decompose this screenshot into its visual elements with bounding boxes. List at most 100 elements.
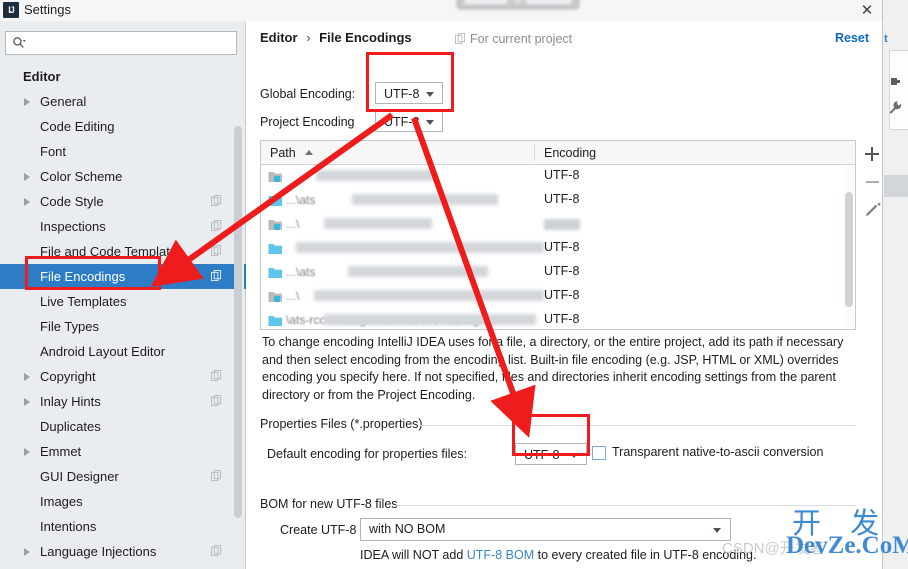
wrench-icon[interactable] (888, 100, 903, 115)
table-row[interactable]: ...\ats UTF-8 (261, 189, 855, 213)
close-icon[interactable]: ✕ (852, 0, 882, 22)
group-divider (396, 505, 856, 506)
copy-settings-icon[interactable] (211, 245, 222, 257)
default-properties-encoding-dropdown[interactable]: UTF-8 (515, 443, 587, 465)
sidebar-item-code-editing[interactable]: Code Editing (0, 114, 246, 139)
table-cell-encoding: UTF-8 (544, 288, 580, 302)
bom-note-highlight: UTF-8 BOM (466, 548, 535, 562)
sidebar-item-gui-designer[interactable]: GUI Designer (0, 464, 246, 489)
breadcrumb-leaf: File Encodings (319, 30, 412, 45)
copy-settings-icon[interactable] (211, 195, 222, 207)
sidebar-scrollbar-track[interactable] (234, 71, 244, 541)
table-scrollbar-track[interactable] (845, 166, 854, 328)
table-cell-encoding: UTF-8 (544, 312, 580, 326)
settings-dialog: IJ Settings ✕ Editor General Code Editing… (0, 0, 908, 569)
table-body: UTF-8 ...\ats UTF-8 ...\ UTF-8 ...\ats UTF-8..… (261, 165, 855, 329)
table-cell-encoding: UTF-8 (544, 264, 580, 278)
project-encoding-dropdown[interactable]: UTF-8 (375, 110, 443, 132)
sidebar-scrollbar-thumb[interactable] (234, 126, 242, 518)
transparent-native-to-ascii-label[interactable]: Transparent native-to-ascii conversion (612, 445, 823, 459)
chevron-right-icon[interactable] (24, 98, 30, 106)
folder-icon (268, 316, 282, 326)
table-row[interactable]: ...\ (261, 213, 855, 237)
sidebar-item-file-types[interactable]: File Types (0, 314, 246, 339)
right-tool-strip: t (882, 0, 908, 569)
table-row[interactable]: ...\ats UTF-8 (261, 261, 855, 285)
table-row[interactable]: \ats-rcc-management\ats-rcc-managemUTF-8 (261, 309, 855, 329)
sidebar-item-file-and-code-templates[interactable]: File and Code Templates (0, 239, 246, 264)
sidebar-item-emmet[interactable]: Emmet (0, 439, 246, 464)
right-strip-selected-region[interactable] (884, 175, 908, 197)
sidebar-item-language-injections[interactable]: Language Injections (0, 539, 246, 564)
right-strip-tab-label[interactable]: t (884, 33, 888, 45)
chevron-right-icon[interactable] (24, 373, 30, 381)
settings-tree: Editor General Code Editing Font Color Sche… (0, 64, 246, 569)
folder-icon (268, 196, 282, 206)
sidebar-item-label: Font (40, 144, 67, 159)
sidebar-item-label: Images (40, 494, 83, 509)
table-cell-path: ...\ats (286, 265, 316, 279)
sidebar-item-label: File and Code Templates (40, 244, 184, 259)
bom-note: IDEA will NOT add UTF-8 BOM to every cre… (360, 548, 756, 562)
sidebar-item-label: GUI Designer (40, 469, 119, 484)
sidebar-item-android-layout-editor[interactable]: Android Layout Editor (0, 339, 246, 364)
global-encoding-dropdown[interactable]: UTF-8 (375, 82, 443, 104)
sidebar-item-label: Intentions (40, 519, 97, 534)
default-properties-encoding-label: Default encoding for properties files: (267, 447, 468, 461)
reset-link[interactable]: Reset (835, 31, 869, 45)
sidebar-item-code-style[interactable]: Code Style (0, 189, 246, 214)
column-header-path-label: Path (270, 146, 296, 160)
sidebar-item-color-scheme[interactable]: Color Scheme (0, 164, 246, 189)
sidebar-item-images[interactable]: Images (0, 489, 246, 514)
sidebar-item-general[interactable]: General (0, 89, 246, 114)
sidebar-item-file-encodings[interactable]: File Encodings (0, 264, 246, 289)
sidebar-item-font[interactable]: Font (0, 139, 246, 164)
folder-icon (268, 268, 282, 278)
copy-settings-icon[interactable] (211, 270, 222, 282)
blurred-path-text (296, 242, 544, 253)
table-scrollbar-thumb[interactable] (845, 192, 853, 307)
chevron-right-icon[interactable] (24, 173, 30, 181)
table-row[interactable]: ...\ UTF-8 (261, 285, 855, 309)
table-row[interactable]: UTF-8 (261, 165, 855, 189)
create-utf8-files-dropdown[interactable]: with NO BOM (360, 518, 731, 541)
table-header: Path Encoding (261, 141, 855, 165)
copy-settings-icon[interactable] (211, 395, 222, 407)
sidebar-item-live-templates[interactable]: Live Templates (0, 289, 246, 314)
blurred-top-dropdown (457, 0, 579, 9)
copy-settings-icon[interactable] (211, 545, 222, 557)
chevron-right-icon[interactable] (24, 398, 30, 406)
group-divider (420, 425, 856, 426)
breadcrumb-root[interactable]: Editor (260, 30, 298, 45)
sidebar-item-intentions[interactable]: Intentions (0, 514, 246, 539)
copy-settings-icon[interactable] (211, 470, 222, 482)
sidebar-item-label: Language Injections (40, 544, 157, 559)
chevron-right-icon[interactable] (24, 198, 30, 206)
column-divider[interactable] (534, 145, 535, 161)
transparent-native-to-ascii-checkbox[interactable] (592, 446, 606, 460)
global-encoding-label: Global Encoding: (260, 87, 356, 101)
copy-settings-icon[interactable] (211, 370, 222, 382)
sidebar-item-label: Duplicates (40, 419, 101, 434)
sidebar-item-inspections[interactable]: Inspections (0, 214, 246, 239)
chevron-right-icon[interactable] (24, 448, 30, 456)
column-header-path[interactable]: Path (270, 141, 314, 165)
breadcrumb: Editor › File Encodings (260, 30, 412, 45)
table-cell-path: ...\ (286, 289, 300, 303)
column-header-encoding[interactable]: Encoding (544, 141, 596, 165)
search-input[interactable] (30, 33, 230, 53)
sidebar-item-label: Android Layout Editor (40, 344, 166, 359)
plug-icon[interactable] (890, 76, 901, 87)
copy-settings-icon[interactable] (211, 220, 222, 232)
blurred-path-text (316, 170, 434, 181)
sidebar-item-inlay-hints[interactable]: Inlay Hints (0, 389, 246, 414)
sidebar-item-copyright[interactable]: Copyright (0, 364, 246, 389)
sidebar-item-label: File Types (40, 319, 100, 334)
table-row[interactable]: UTF-8 (261, 237, 855, 261)
chevron-right-icon[interactable] (24, 548, 30, 556)
table-cell-encoding: UTF-8 (544, 240, 580, 254)
sidebar-item-duplicates[interactable]: Duplicates (0, 414, 246, 439)
settings-sidebar: Editor General Code Editing Font Color Sche… (0, 21, 246, 569)
title-bar: IJ Settings (0, 0, 908, 21)
search-field[interactable] (5, 31, 237, 55)
